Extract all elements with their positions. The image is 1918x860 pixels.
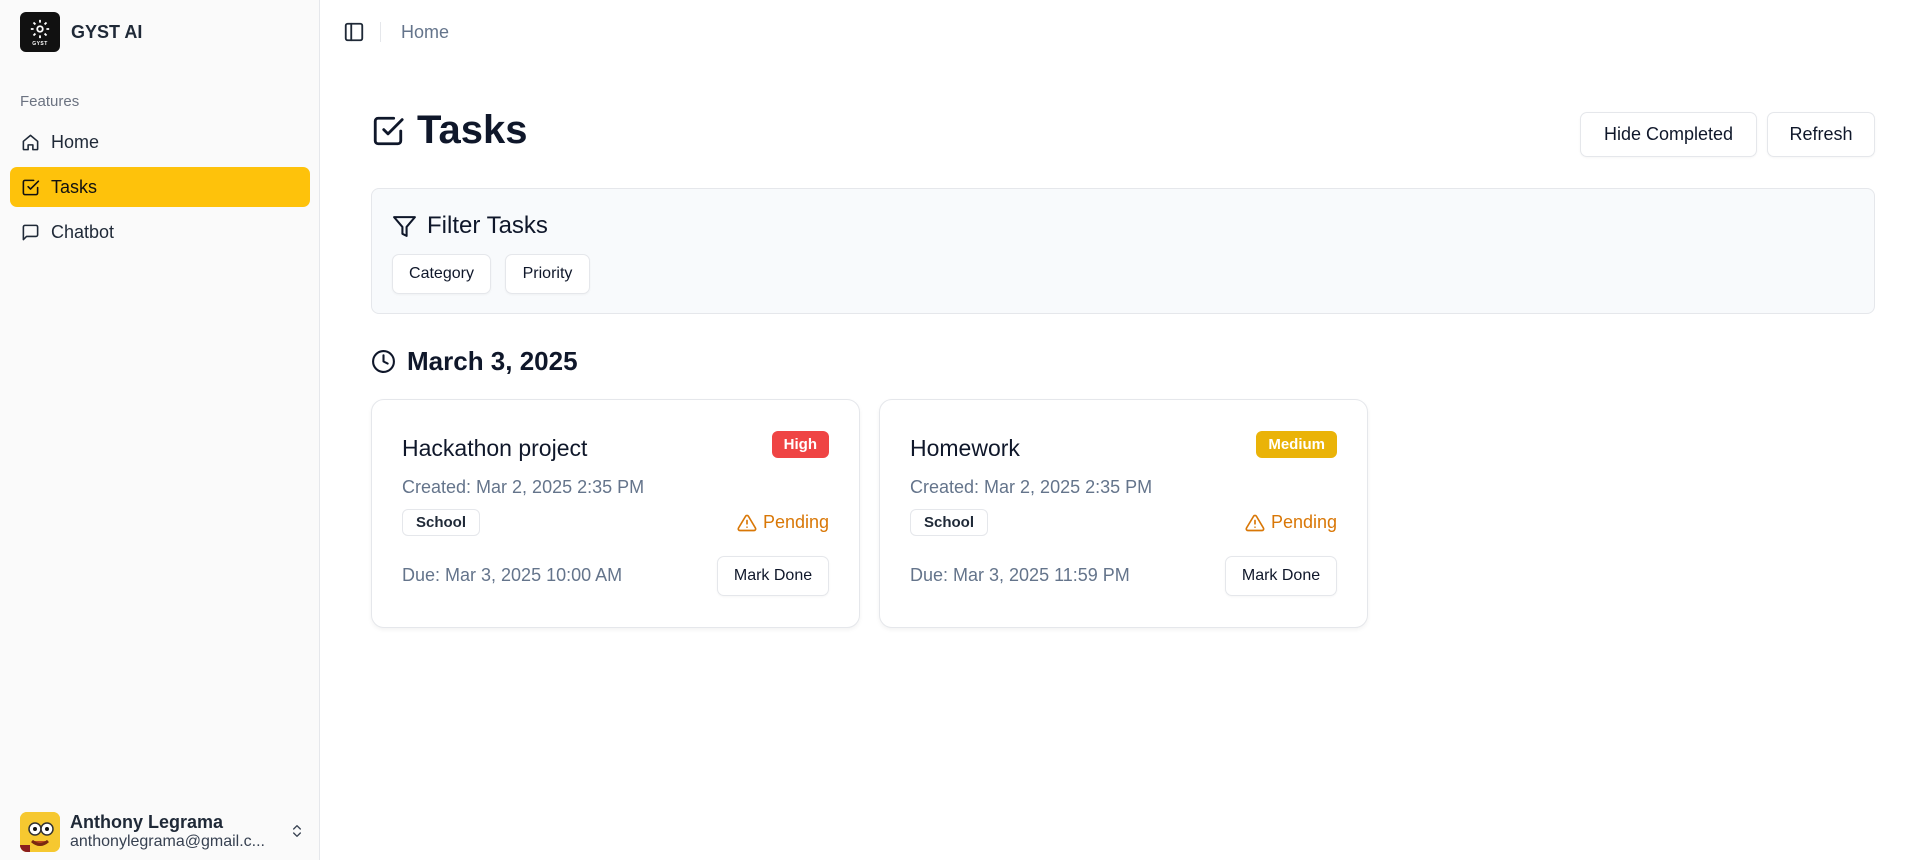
hide-completed-button[interactable]: Hide Completed <box>1580 112 1757 157</box>
task-created: Created: Mar 2, 2025 2:35 PM <box>402 477 645 497</box>
sidebar-item-label: Home <box>51 131 100 152</box>
sidebar-item-chatbot[interactable]: Chatbot <box>10 212 310 252</box>
section-label-features: Features <box>20 93 80 110</box>
status-indicator: Pending <box>737 512 829 533</box>
logo-text: GYST <box>32 40 48 47</box>
check-square-icon <box>22 179 40 195</box>
date-group-header: March 3, 2025 <box>371 346 578 377</box>
sidebar-item-tasks[interactable]: Tasks <box>10 167 310 207</box>
task-created: Created: Mar 2, 2025 2:35 PM <box>910 477 1153 497</box>
gear-icon <box>30 19 50 38</box>
filter-panel: Filter Tasks Category Priority <box>371 188 1875 314</box>
user-email: anthonylegrama@gmail.c... <box>70 833 265 851</box>
breadcrumb[interactable]: Home <box>401 22 449 43</box>
category-tag: School <box>910 509 989 536</box>
task-title: Homework <box>910 435 1020 461</box>
filter-header: Filter Tasks <box>392 212 548 240</box>
date-group-title: March 3, 2025 <box>407 346 578 376</box>
check-square-icon <box>373 116 404 145</box>
mark-done-button[interactable]: Mark Done <box>1225 556 1337 596</box>
user-name: Anthony Legrama <box>70 812 224 833</box>
mark-done-button[interactable]: Mark Done <box>717 556 829 596</box>
top-bar: Home <box>321 0 1918 64</box>
alert-triangle-icon <box>1245 514 1265 531</box>
task-title: Hackathon project <box>402 435 588 461</box>
status-text: Pending <box>762 512 829 532</box>
task-due: Due: Mar 3, 2025 10:00 AM <box>402 565 623 585</box>
refresh-button[interactable]: Refresh <box>1767 112 1875 157</box>
category-tag: School <box>402 509 481 536</box>
page-header: Tasks <box>371 108 527 153</box>
user-info: Anthony Legrama anthonylegrama@gmail.c..… <box>70 812 270 851</box>
page-title: Tasks <box>417 108 528 152</box>
divider <box>380 22 381 42</box>
task-card[interactable]: Hackathon project High Created: Mar 2, 2… <box>371 399 860 628</box>
sidebar-item-home[interactable]: Home <box>10 122 310 162</box>
home-icon <box>22 134 39 150</box>
priority-filter-button[interactable]: Priority <box>505 254 590 294</box>
category-filter-button[interactable]: Category <box>392 254 491 294</box>
sidebar-item-label: Chatbot <box>51 221 115 242</box>
sidebar-nav: Home Tasks Chatbot <box>10 122 310 257</box>
alert-triangle-icon <box>737 514 757 531</box>
sidebar-toggle-icon[interactable] <box>343 21 365 43</box>
chevrons-up-down-icon[interactable] <box>289 822 305 840</box>
sidebar: GYST GYST AI Features Home Tasks Chatbot <box>0 0 320 860</box>
task-card[interactable]: Homework Medium Created: Mar 2, 2025 2:3… <box>879 399 1368 628</box>
avatar <box>20 812 60 852</box>
app-logo: GYST <box>20 12 60 52</box>
filter-icon <box>393 215 416 237</box>
message-square-icon <box>22 224 39 240</box>
filter-title: Filter Tasks <box>427 212 548 239</box>
task-due: Due: Mar 3, 2025 11:59 PM <box>910 565 1130 585</box>
brand[interactable]: GYST GYST AI <box>20 12 142 52</box>
app-name: GYST AI <box>71 21 143 42</box>
user-menu[interactable]: Anthony Legrama anthonylegrama@gmail.c..… <box>20 810 305 854</box>
status-indicator: Pending <box>1245 512 1337 533</box>
clock-icon <box>372 350 395 373</box>
sidebar-item-label: Tasks <box>51 176 98 197</box>
priority-badge: Medium <box>1256 431 1337 458</box>
priority-badge: High <box>771 431 829 458</box>
status-text: Pending <box>1270 512 1337 532</box>
